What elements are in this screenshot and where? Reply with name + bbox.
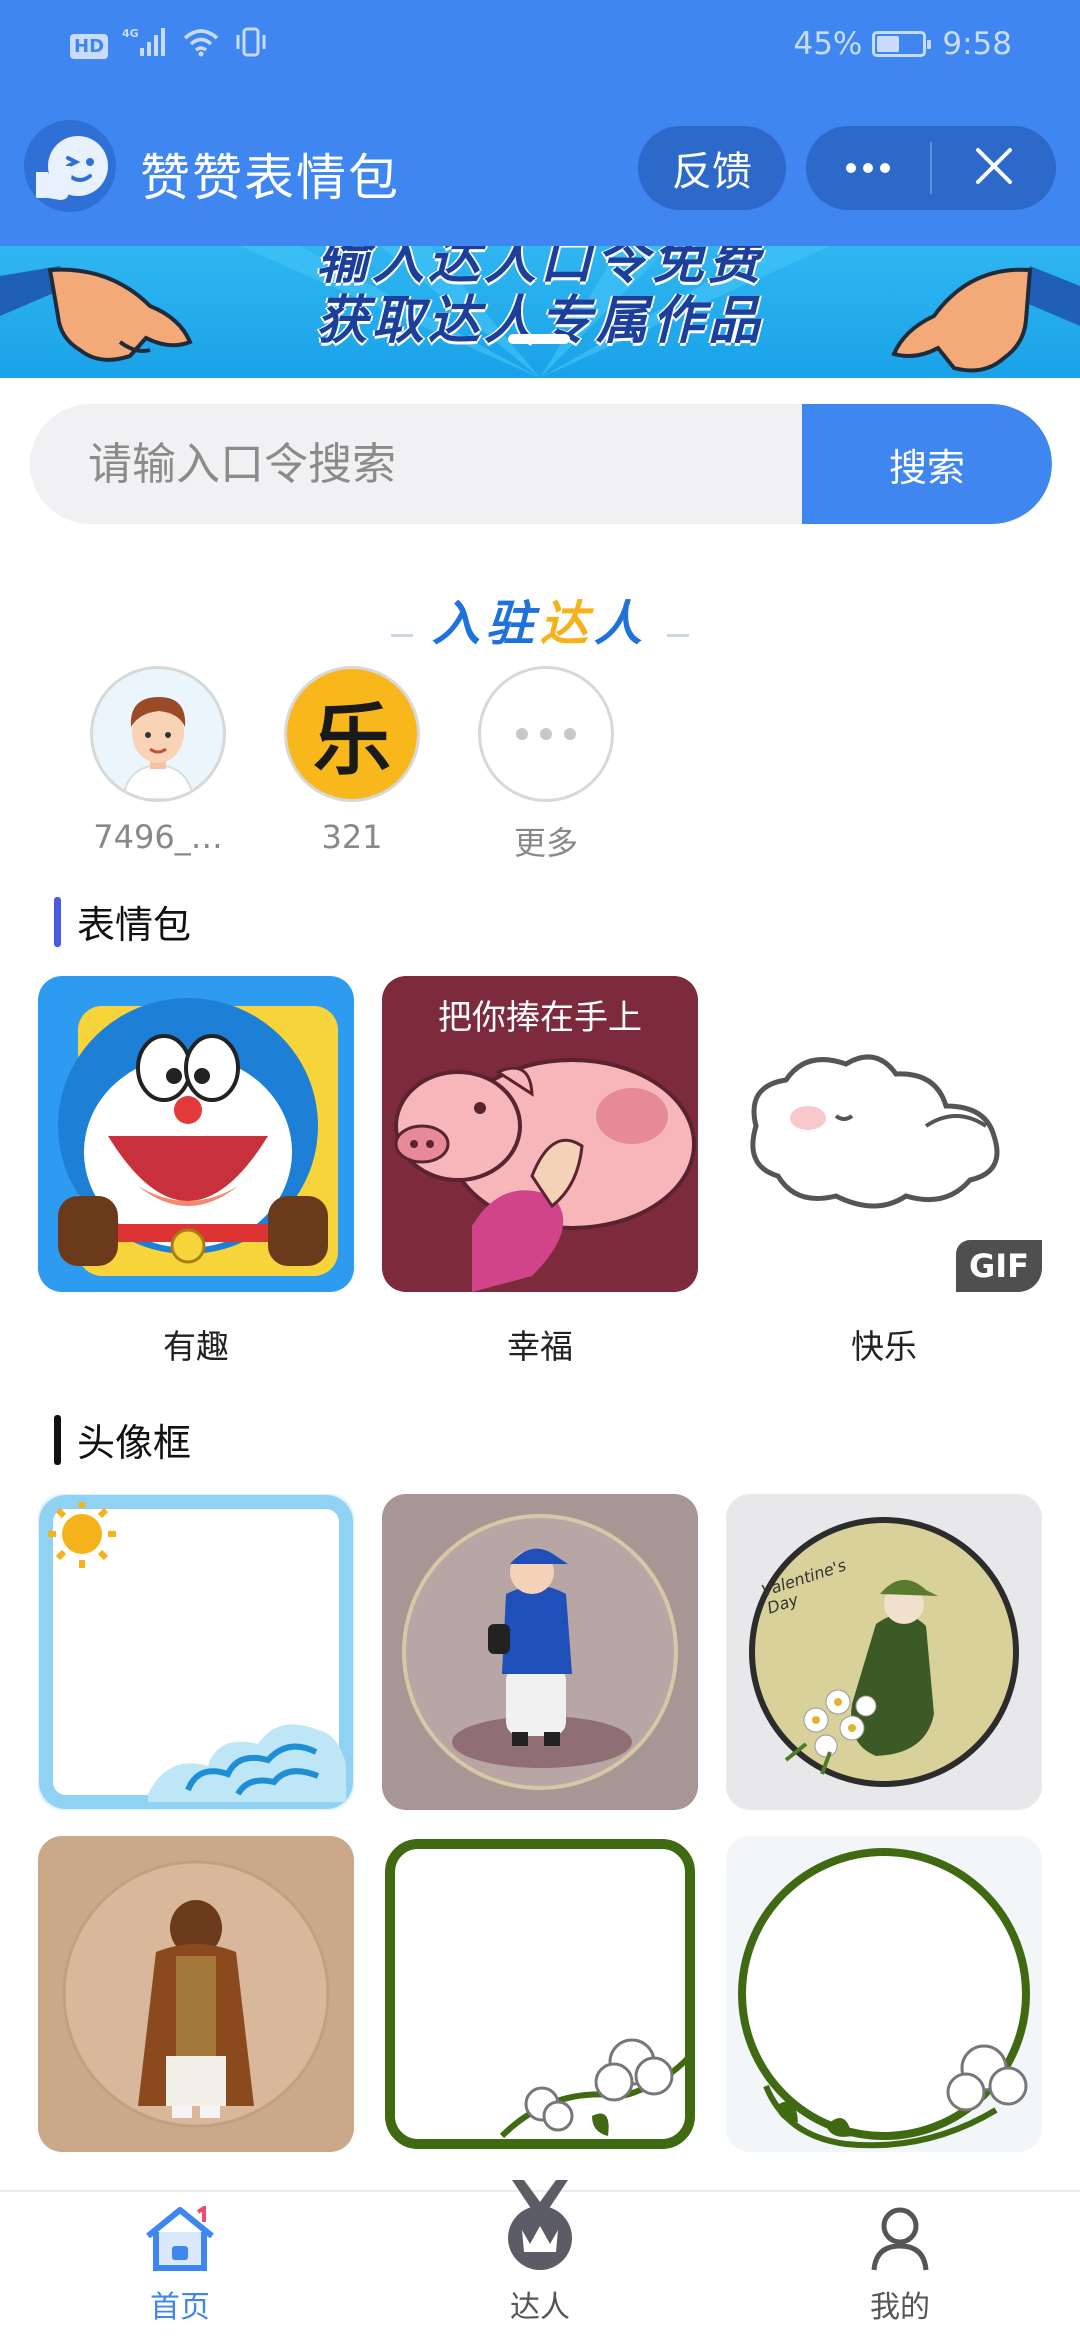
mini-program-capsule xyxy=(806,126,1056,210)
blue-cap-boy-icon xyxy=(402,1514,678,1790)
signal-icon: 4G xyxy=(122,26,168,66)
search-bar: 搜索 xyxy=(30,404,1052,524)
home-icon xyxy=(142,2204,218,2276)
more-dots-icon xyxy=(516,728,576,740)
nav-item-mine[interactable]: 我的 xyxy=(720,2192,1080,2340)
sticker-label: 幸福 xyxy=(507,1327,573,1366)
feedback-button[interactable]: 反馈 xyxy=(638,126,786,210)
valentines-frame-icon xyxy=(749,1517,1019,1787)
close-icon xyxy=(974,146,1014,190)
avatar xyxy=(90,666,226,802)
frame-tile[interactable] xyxy=(38,1836,354,2152)
experts-list: 7496_… 乐 321 更多 xyxy=(90,666,614,864)
frame-tile[interactable] xyxy=(382,1494,698,1810)
battery-percent: 45% xyxy=(793,26,863,62)
cotton-circle-frame-icon xyxy=(738,1848,1030,2149)
doraemon-icon xyxy=(58,998,338,1276)
expert-item[interactable]: 7496_… xyxy=(90,666,226,864)
expert-name: 更多 xyxy=(513,824,578,862)
frame-tile[interactable] xyxy=(726,1836,1042,2152)
frame-tile[interactable]: Valentine's Day xyxy=(726,1494,1042,1810)
more-dots-icon xyxy=(845,159,891,178)
expert-more[interactable]: 更多 xyxy=(478,666,614,864)
section-accent-bar xyxy=(54,896,61,947)
heading-dash-right xyxy=(667,634,690,637)
bottom-navigation: 首页 达人 我的 xyxy=(0,2180,1080,2340)
section-title: 表情包 xyxy=(77,903,192,947)
sticker-tile-doraemon[interactable] xyxy=(38,976,354,1292)
sticker-tile-sleepy-pig[interactable]: GIF xyxy=(726,976,1042,1292)
section-accent-bar xyxy=(54,1414,61,1465)
app-title: 赞赞表情包 xyxy=(140,149,400,207)
crown-medal-icon xyxy=(498,2180,582,2276)
sticker-label: 有趣 xyxy=(163,1327,229,1366)
banner-indicator xyxy=(508,334,570,344)
vibrate-icon xyxy=(234,26,268,66)
experts-title-part1: 入驻 xyxy=(431,596,540,652)
avatar: 乐 xyxy=(284,666,420,802)
sun-wave-frame-icon xyxy=(39,1495,353,1809)
avatar-text: 乐 xyxy=(312,696,391,786)
battery-icon xyxy=(872,31,932,57)
wifi-icon xyxy=(182,27,220,65)
top-header: HD 4G 45% 9:58 赞赞表情包 反馈 xyxy=(0,0,1080,246)
pointing-hand-left-icon xyxy=(0,246,200,378)
sticker-label: 快乐 xyxy=(851,1327,917,1366)
close-button[interactable] xyxy=(932,126,1056,210)
frames-section-heading: 头像框 xyxy=(54,1412,191,1467)
frame-tile[interactable] xyxy=(382,1836,698,2152)
nav-label: 我的 xyxy=(870,2290,930,2325)
nav-item-experts[interactable]: 达人 xyxy=(360,2180,720,2340)
heading-dash-left xyxy=(390,634,413,637)
nav-item-home[interactable]: 首页 xyxy=(0,2192,360,2340)
experts-title-part3: 人 xyxy=(594,596,649,652)
promo-banner[interactable]: 输入达人口令免费 获取达人专属作品 xyxy=(0,246,1080,378)
search-button[interactable]: 搜索 xyxy=(802,404,1052,524)
pointing-hand-right-icon xyxy=(880,246,1080,378)
hd-indicator: HD xyxy=(70,33,109,59)
clock: 9:58 xyxy=(942,26,1012,62)
status-right: 45% 9:58 xyxy=(793,26,1012,62)
experts-heading: 入驻达人 xyxy=(0,584,1080,654)
cotton-square-frame-icon xyxy=(385,1839,695,2149)
app-bar: 赞赞表情包 反馈 xyxy=(0,118,1080,218)
status-bar: HD 4G 45% 9:58 xyxy=(0,0,1080,90)
experts-title-part2: 达 xyxy=(539,596,594,652)
sticker-tile-pig[interactable]: 把你捧在手上 xyxy=(382,976,698,1292)
more-avatar xyxy=(478,666,614,802)
nav-label: 首页 xyxy=(150,2290,210,2325)
expert-name: 7496_… xyxy=(93,818,223,856)
battery-fill xyxy=(877,36,899,52)
stickers-section-heading: 表情包 xyxy=(54,894,191,949)
expert-name: 321 xyxy=(321,818,383,856)
search-input[interactable] xyxy=(30,404,804,524)
section-title: 头像框 xyxy=(77,1421,192,1465)
app-logo-icon xyxy=(24,120,116,212)
nav-label: 达人 xyxy=(510,2290,570,2325)
cartoon-boy-icon xyxy=(121,697,195,799)
pig-icon xyxy=(394,1058,696,1292)
user-icon xyxy=(870,2206,930,2276)
frame-tile[interactable] xyxy=(38,1494,354,1810)
brown-coat-figure-icon xyxy=(62,1860,330,2128)
more-button[interactable] xyxy=(806,126,930,210)
status-left: HD 4G xyxy=(70,26,268,66)
gif-badge: GIF xyxy=(956,1240,1042,1292)
svg-text:4G: 4G xyxy=(122,27,139,40)
expert-item[interactable]: 乐 321 xyxy=(284,666,420,864)
